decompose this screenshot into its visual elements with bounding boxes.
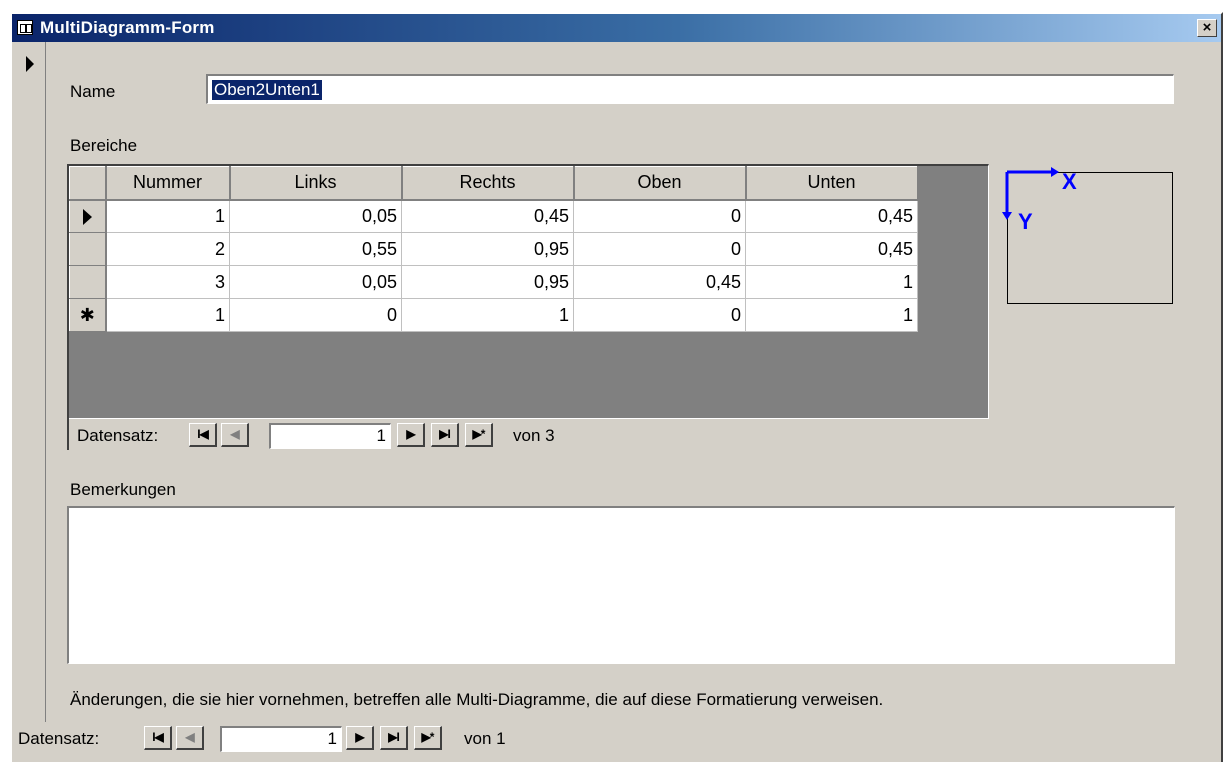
bereiche-table: Nummer Links Rechts Oben Unten 1 0,05 0,… — [69, 166, 919, 332]
cell-oben[interactable]: 0 — [573, 232, 746, 266]
row-selector[interactable] — [69, 199, 107, 233]
main-nav-label: Datensatz: — [18, 729, 100, 748]
row-selector[interactable] — [69, 232, 107, 266]
row-selector-header — [69, 166, 107, 201]
coordinate-diagram: X Y — [1002, 167, 1173, 304]
record-count: von 3 — [513, 426, 555, 445]
main-last-record-button[interactable]: ▶I — [380, 726, 408, 750]
cell-rechts[interactable]: 1 — [401, 298, 574, 332]
new-record-icon: ✱ — [79, 304, 95, 325]
form-window: MultiDiagramm-Form × Name Oben2Unten1 Be… — [10, 12, 1223, 762]
cell-nummer[interactable]: 3 — [105, 265, 230, 299]
axis-arrows-icon — [1002, 167, 1059, 220]
main-prev-record-button[interactable]: ◀ — [176, 726, 204, 750]
column-header-unten[interactable]: Unten — [745, 166, 919, 201]
cell-oben[interactable]: 0 — [573, 298, 746, 332]
record-selector[interactable] — [12, 42, 46, 732]
new-record-button[interactable]: ▶* — [465, 423, 493, 447]
window-title: MultiDiagramm-Form — [40, 18, 215, 37]
name-input[interactable]: Oben2Unten1 — [206, 74, 1174, 104]
next-record-button[interactable]: ▶ — [397, 423, 425, 447]
cell-nummer[interactable]: 1 — [105, 298, 230, 332]
cell-unten[interactable]: 1 — [745, 298, 918, 332]
main-next-record-button[interactable]: ▶ — [346, 726, 374, 750]
column-header-nummer[interactable]: Nummer — [105, 166, 231, 201]
info-text: Änderungen, die sie hier vornehmen, betr… — [70, 690, 884, 709]
close-button[interactable]: × — [1197, 19, 1217, 37]
bereiche-label: Bereiche — [70, 136, 138, 155]
main-record-count: von 1 — [464, 729, 506, 748]
cell-unten[interactable]: 1 — [745, 265, 918, 299]
name-label: Name — [70, 82, 116, 101]
table-row[interactable]: 1 0,05 0,45 0 0,45 — [69, 199, 918, 233]
main-record-number-input[interactable]: 1 — [220, 726, 342, 752]
y-axis-label: Y — [1018, 209, 1033, 234]
cell-links[interactable]: 0,55 — [229, 232, 402, 266]
cell-rechts[interactable]: 0,95 — [401, 265, 574, 299]
table-row[interactable]: 3 0,05 0,95 0,45 1 — [69, 265, 918, 299]
main-new-record-button[interactable]: ▶* — [414, 726, 442, 750]
prev-record-button[interactable]: ◀ — [221, 423, 249, 447]
subform-navigation: Datensatz: I◀ ◀ 1 ▶ ▶I ▶* von 3 — [69, 418, 989, 452]
record-number-input[interactable]: 1 — [269, 423, 391, 449]
bemerkungen-textarea[interactable] — [67, 506, 1175, 664]
column-header-oben[interactable]: Oben — [573, 166, 747, 201]
first-record-button[interactable]: I◀ — [189, 423, 217, 447]
bereiche-subform[interactable]: Nummer Links Rechts Oben Unten 1 0,05 0,… — [67, 164, 989, 450]
column-header-links[interactable]: Links — [229, 166, 403, 201]
cell-links[interactable]: 0,05 — [229, 199, 402, 233]
main-navigation: Datensatz: I◀ ◀ 1 ▶ ▶I ▶* von 1 — [12, 722, 1212, 756]
table-row-new[interactable]: ✱ 1 0 1 0 1 — [69, 298, 918, 332]
last-record-button[interactable]: ▶I — [431, 423, 459, 447]
cell-nummer[interactable]: 1 — [105, 199, 230, 233]
current-record-arrow-icon — [26, 56, 34, 72]
main-first-record-button[interactable]: I◀ — [144, 726, 172, 750]
bemerkungen-label: Bemerkungen — [70, 480, 176, 499]
name-value: Oben2Unten1 — [212, 80, 322, 100]
title-bar[interactable]: MultiDiagramm-Form × — [12, 14, 1221, 42]
cell-unten[interactable]: 0,45 — [745, 199, 918, 233]
subform-nav-label: Datensatz: — [77, 426, 159, 445]
x-axis-label: X — [1062, 169, 1077, 194]
current-row-arrow-icon — [82, 209, 92, 225]
column-header-rechts[interactable]: Rechts — [401, 166, 575, 201]
cell-rechts[interactable]: 0,45 — [401, 199, 574, 233]
cell-unten[interactable]: 0,45 — [745, 232, 918, 266]
cell-links[interactable]: 0,05 — [229, 265, 402, 299]
cell-nummer[interactable]: 2 — [105, 232, 230, 266]
cell-oben[interactable]: 0,45 — [573, 265, 746, 299]
form-icon — [17, 20, 33, 35]
cell-oben[interactable]: 0 — [573, 199, 746, 233]
row-selector[interactable]: ✱ — [69, 298, 107, 332]
cell-rechts[interactable]: 0,95 — [401, 232, 574, 266]
cell-links[interactable]: 0 — [229, 298, 402, 332]
table-row[interactable]: 2 0,55 0,95 0 0,45 — [69, 232, 918, 266]
row-selector[interactable] — [69, 265, 107, 299]
